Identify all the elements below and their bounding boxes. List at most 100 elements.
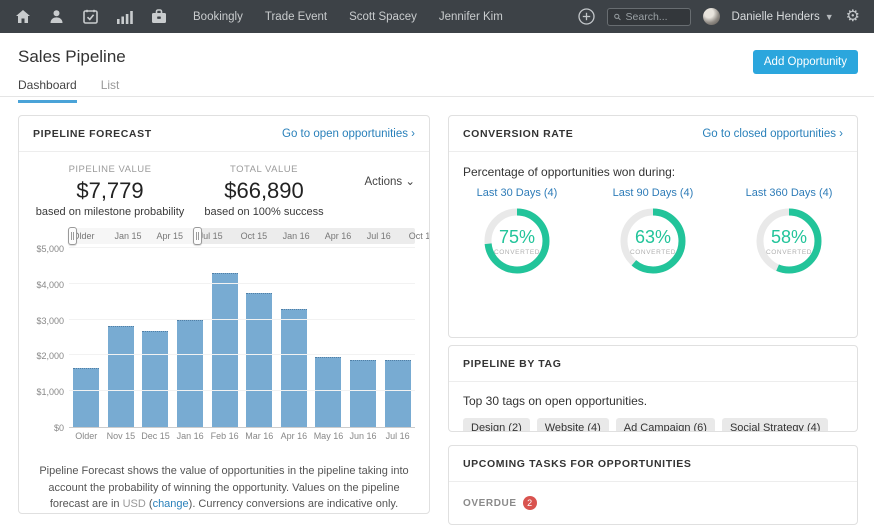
calendar-icon[interactable] (82, 8, 99, 25)
cases-icon[interactable] (150, 8, 167, 25)
pipeline-forecast-card: PIPELINE FORECAST Go to open opportuniti… (18, 115, 430, 514)
topbar-link[interactable]: Bookingly (193, 11, 243, 23)
pipeline-value: $7,779 (33, 178, 187, 204)
slider-handle[interactable] (193, 227, 202, 245)
donut-percent: 63% (635, 227, 671, 248)
x-axis-label: Older (69, 431, 104, 441)
gear-icon[interactable]: ⚙ (846, 9, 860, 25)
pipeline-by-tag-title: PIPELINE BY TAG (463, 358, 561, 370)
x-axis-label: May 16 (311, 431, 346, 441)
add-opportunity-button[interactable]: Add Opportunity (753, 50, 858, 74)
slider-handle-grip (196, 232, 199, 240)
donut-chart: 63%CONVERTED (619, 207, 687, 275)
chart-bar[interactable] (350, 360, 376, 427)
tab-list[interactable]: List (101, 78, 120, 103)
topbar-right: Danielle Henders ▼ ⚙ (578, 8, 860, 26)
contacts-icon[interactable] (48, 8, 65, 25)
y-axis-tick: $0 (54, 423, 64, 433)
tag-pill[interactable]: Design (2) (463, 418, 530, 432)
topbar-link[interactable]: Jennifer Kim (439, 11, 503, 23)
donut-caption: CONVERTED (630, 249, 676, 256)
conversion-donut: Last 360 Days (4) 58%CONVERTED (729, 187, 849, 275)
closed-opportunities-link[interactable]: Go to closed opportunities › (702, 128, 843, 140)
footnote-paren: ( (146, 498, 153, 510)
x-axis-label: Mar 16 (242, 431, 277, 441)
donut-row: Last 30 Days (4) 75%CONVERTED Last 90 Days… (449, 187, 857, 275)
gridline (69, 283, 415, 284)
chart-bar[interactable] (108, 326, 134, 427)
chart-bar[interactable] (315, 357, 341, 427)
chart-x-axis: OlderNov 15Dec 15Jan 16Feb 16Mar 16Apr 1… (69, 431, 415, 441)
upcoming-tasks-card: UPCOMING TASKS FOR OPPORTUNITIES OVERDUE… (448, 445, 858, 525)
donut-period-link[interactable]: Last 90 Days (4) (593, 187, 713, 199)
total-value-caption: based on 100% success (187, 206, 341, 218)
page-title: Sales Pipeline (18, 47, 126, 67)
tag-pill[interactable]: Ad Campaign (6) (616, 418, 715, 432)
chart-bar[interactable] (281, 309, 307, 427)
forecast-stats: PIPELINE VALUE $7,779 based on milestone… (19, 152, 429, 218)
chart-y-axis: $0$1,000$2,000$3,000$4,000$5,000 (33, 248, 69, 428)
tag-pill[interactable]: Website (4) (537, 418, 609, 432)
conversion-rate-subtitle: Percentage of opportunities won during: (449, 152, 857, 179)
user-menu[interactable]: Danielle Henders ▼ (732, 11, 834, 23)
home-icon[interactable] (14, 8, 31, 25)
tags-row: Design (2) Website (4) Ad Campaign (6) Soci… (449, 408, 857, 432)
donut-percent: 58% (771, 227, 807, 248)
chart-bar[interactable] (177, 320, 203, 427)
y-axis-tick: $4,000 (36, 280, 64, 290)
chart-bar[interactable] (73, 368, 99, 427)
chart-bar[interactable] (142, 331, 168, 427)
chart-bar[interactable] (385, 360, 411, 427)
change-currency-link[interactable]: change (153, 498, 189, 510)
chart-bar[interactable] (246, 293, 272, 427)
x-axis-label: Dec 15 (138, 431, 173, 441)
search-box[interactable] (607, 8, 691, 26)
pipeline-value-stat: PIPELINE VALUE $7,779 based on milestone… (33, 164, 187, 218)
y-axis-tick: $5,000 (36, 244, 64, 254)
quick-add-icon[interactable] (578, 8, 595, 25)
conversion-rate-title: CONVERSION RATE (463, 128, 573, 140)
donut-period-link[interactable]: Last 360 Days (4) (729, 187, 849, 199)
x-axis-label: Feb 16 (207, 431, 242, 441)
donut-center: 75%CONVERTED (483, 207, 551, 275)
pipeline-forecast-title: PIPELINE FORECAST (33, 128, 152, 140)
y-axis-tick: $2,000 (36, 351, 64, 361)
slider-label: Apr 16 (325, 231, 352, 241)
user-avatar[interactable] (703, 8, 720, 25)
search-icon (614, 12, 621, 22)
donut-period-link[interactable]: Last 30 Days (4) (457, 187, 577, 199)
topbar: Bookingly Trade Event Scott Spacey Jennifer… (0, 0, 874, 33)
forecast-footnote: Pipeline Forecast shows the value of opp… (39, 463, 409, 513)
chart-plot (69, 248, 415, 428)
topbar-link[interactable]: Trade Event (265, 11, 327, 23)
slider-handle[interactable] (68, 227, 77, 245)
date-range-slider[interactable]: OlderJan 15Apr 15Jul 15Oct 15Jan 16Apr 1… (69, 228, 415, 244)
chart-bar[interactable] (212, 273, 238, 427)
pipeline-forecast-header: PIPELINE FORECAST Go to open opportuniti… (19, 116, 429, 152)
reports-icon[interactable] (116, 8, 133, 25)
tabs-divider (0, 96, 874, 97)
total-value: $66,890 (187, 178, 341, 204)
donut-center: 58%CONVERTED (755, 207, 823, 275)
pipeline-by-tag-subtitle: Top 30 tags on open opportunities. (449, 382, 857, 408)
slider-label: Oct 16 (409, 231, 430, 241)
tag-pill[interactable]: Social Strategy (4) (722, 418, 828, 432)
x-axis-label: Jul 16 (380, 431, 415, 441)
pipeline-by-tag-card: PIPELINE BY TAG Top 30 tags on open oppo… (448, 345, 858, 432)
slider-label: Jan 16 (283, 231, 310, 241)
pipeline-by-tag-header: PIPELINE BY TAG (449, 346, 857, 382)
donut-chart: 58%CONVERTED (755, 207, 823, 275)
gridline (69, 354, 415, 355)
tab-dashboard[interactable]: Dashboard (18, 78, 77, 103)
footnote-currency: USD (123, 498, 146, 510)
conversion-rate-header: CONVERSION RATE Go to closed opportuniti… (449, 116, 857, 152)
forecast-chart: $0$1,000$2,000$3,000$4,000$5,000 (33, 248, 415, 428)
x-axis-label: Nov 15 (104, 431, 139, 441)
search-input[interactable] (626, 11, 684, 23)
donut-chart: 75%CONVERTED (483, 207, 551, 275)
conversion-rate-card: CONVERSION RATE Go to closed opportuniti… (448, 115, 858, 338)
actions-dropdown[interactable]: Actions ⌄ (341, 164, 415, 218)
topbar-link[interactable]: Scott Spacey (349, 11, 417, 23)
overdue-row: OVERDUE 2 (449, 482, 857, 510)
open-opportunities-link[interactable]: Go to open opportunities › (282, 128, 415, 140)
